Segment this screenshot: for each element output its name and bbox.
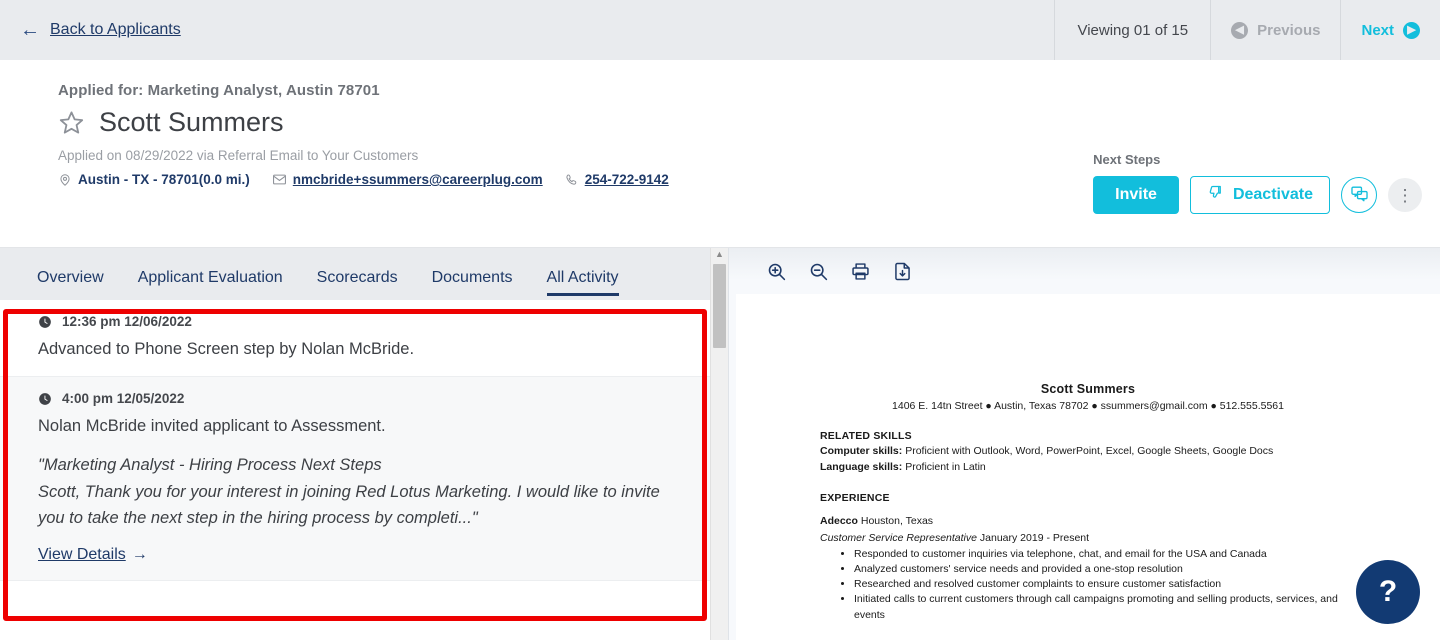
deactivate-button[interactable]: Deactivate xyxy=(1189,176,1330,214)
tab-applicant-evaluation[interactable]: Applicant Evaluation xyxy=(121,269,300,300)
previous-button[interactable]: ◀ Previous xyxy=(1210,0,1340,60)
scroll-up-arrow-icon[interactable]: ▲ xyxy=(711,250,728,259)
activity-scrollbar[interactable]: ▲ xyxy=(710,248,728,640)
more-options-button[interactable]: ⋮ xyxy=(1388,178,1422,212)
resume-bullet: Responded to customer inquiries via tele… xyxy=(854,547,1356,562)
chevron-left-icon: ◀ xyxy=(1231,21,1249,39)
tab-overview[interactable]: Overview xyxy=(20,269,121,300)
resume-employer: Adecco xyxy=(820,515,858,528)
resume-language-skills-label: Language skills: xyxy=(820,461,903,474)
previous-label: Previous xyxy=(1257,21,1321,39)
resume-language-skills-value: Proficient in Latin xyxy=(902,461,986,474)
activity-list: 12:36 pm 12/06/2022 Advanced to Phone Sc… xyxy=(0,300,710,582)
resume-skills-heading: RELATED SKILLS xyxy=(820,430,912,442)
view-details-label: View Details xyxy=(38,546,126,564)
applicant-phone-label: 254-722-9142 xyxy=(584,172,669,187)
document-viewer: Scott Summers 1406 E. 14tn Street ● Aust… xyxy=(728,248,1440,640)
next-steps-section: Next Steps Invite Deactivate ⋮ xyxy=(1093,152,1422,214)
activity-timestamp: 4:00 pm 12/05/2022 xyxy=(62,391,185,407)
invite-button[interactable]: Invite xyxy=(1093,176,1179,214)
tab-bar: Overview Applicant Evaluation Scorecards… xyxy=(0,248,710,300)
activity-quote: "Marketing Analyst - Hiring Process Next… xyxy=(38,452,686,532)
resume-bullet: Analyzed customers' service needs and pr… xyxy=(854,562,1356,577)
activity-panel: Overview Applicant Evaluation Scorecards… xyxy=(0,248,728,640)
activity-quote-line-1: "Marketing Analyst - Hiring Process Next… xyxy=(38,455,382,474)
arrow-right-icon: → xyxy=(131,546,148,564)
chat-bubbles-icon xyxy=(1350,184,1369,206)
resume-computer-skills-value: Proficient with Outlook, Word, PowerPoin… xyxy=(902,445,1274,457)
chevron-right-icon: ▶ xyxy=(1403,21,1420,39)
applicant-header: Applied for: Marketing Analyst, Austin 7… xyxy=(0,60,1440,248)
phone-icon xyxy=(565,173,579,187)
tab-documents[interactable]: Documents xyxy=(415,269,530,300)
next-button[interactable]: Next ▶ xyxy=(1340,0,1440,60)
activity-timestamp: 12:36 pm 12/06/2022 xyxy=(62,314,192,329)
resume-page: Scott Summers 1406 E. 14tn Street ● Aust… xyxy=(736,294,1440,640)
resume-bullet: Researched and resolved customer complai… xyxy=(854,577,1356,592)
map-pin-icon xyxy=(58,173,72,187)
star-icon[interactable] xyxy=(58,109,85,136)
next-label: Next xyxy=(1361,21,1394,39)
activity-item-1: 4:00 pm 12/05/2022 Nolan McBride invited… xyxy=(0,377,710,582)
activity-panel-content: Overview Applicant Evaluation Scorecards… xyxy=(0,248,710,640)
arrow-left-icon: ← xyxy=(20,19,40,41)
envelope-icon xyxy=(272,172,287,187)
applied-for-text: Applied for: Marketing Analyst, Austin 7… xyxy=(58,82,380,99)
resume-language-skills: Language skills: Proficient in Latin xyxy=(820,460,1356,474)
tab-scorecards[interactable]: Scorecards xyxy=(300,269,415,300)
messages-button[interactable] xyxy=(1341,177,1377,213)
thumbs-down-icon xyxy=(1207,184,1224,206)
page-title: Scott Summers xyxy=(99,107,284,137)
activity-quote-line-2: Scott, Thank you for your interest in jo… xyxy=(38,482,660,528)
pagination-controls: Viewing 01 of 15 ◀ Previous Next ▶ xyxy=(1054,0,1440,60)
resume-computer-skills: Computer skills: Proficient with Outlook… xyxy=(820,444,1356,458)
zoom-out-icon[interactable] xyxy=(805,258,831,284)
deactivate-label: Deactivate xyxy=(1232,186,1313,203)
document-toolbar xyxy=(729,248,1440,294)
clock-icon xyxy=(38,392,52,406)
resume-contact: 1406 E. 14tn Street ● Austin, Texas 7870… xyxy=(892,400,1284,412)
applicant-phone[interactable]: 254-722-9142 xyxy=(565,172,669,187)
zoom-in-icon[interactable] xyxy=(763,258,789,284)
scrollbar-thumb[interactable] xyxy=(713,264,726,348)
activity-timestamp-row: 12:36 pm 12/06/2022 xyxy=(38,314,686,329)
view-details-link[interactable]: View Details → xyxy=(38,546,148,564)
viewing-counter: Viewing 01 of 15 xyxy=(1054,0,1210,60)
activity-description: Nolan McBride invited applicant to Asses… xyxy=(38,417,386,436)
resume-employer-location: Houston, Texas xyxy=(857,515,934,528)
help-button[interactable]: ? xyxy=(1356,560,1420,624)
resume-computer-skills-label: Computer skills: xyxy=(820,445,903,457)
top-navigation-bar: ← Back to Applicants Viewing 01 of 15 ◀ … xyxy=(0,0,1440,60)
applicant-email[interactable]: nmcbride+ssummers@careerplug.com xyxy=(272,172,543,187)
next-steps-label: Next Steps xyxy=(1093,152,1161,167)
resume-job-line: Customer Service Representative January … xyxy=(820,531,1356,545)
back-to-applicants-link[interactable]: ← Back to Applicants xyxy=(0,0,181,60)
activity-item-0: 12:36 pm 12/06/2022 Advanced to Phone Sc… xyxy=(0,300,710,378)
activity-description: Advanced to Phone Screen step by Nolan M… xyxy=(38,340,415,358)
action-buttons: Invite Deactivate ⋮ xyxy=(1093,176,1422,214)
download-icon[interactable] xyxy=(889,258,915,284)
resume-job-dates: January 2019 - Present xyxy=(976,531,1090,544)
content-area: Overview Applicant Evaluation Scorecards… xyxy=(0,248,1440,640)
resume-bullet-list: Responded to customer inquiries via tele… xyxy=(854,547,1356,623)
resume-experience-heading: EXPERIENCE xyxy=(820,492,890,505)
resume-name: Scott Summers xyxy=(1040,382,1136,396)
print-icon[interactable] xyxy=(847,258,873,284)
applicant-name-row: Scott Summers xyxy=(58,107,1440,138)
resume-employer-line: Adecco Houston, Texas xyxy=(820,514,1356,528)
resume-bullet: Initiated calls to current customers thr… xyxy=(854,592,1356,622)
applicant-email-label: nmcbride+ssummers@careerplug.com xyxy=(292,172,543,187)
tab-all-activity[interactable]: All Activity xyxy=(530,269,636,300)
resume-job-title: Customer Service Representative xyxy=(820,531,977,544)
back-to-applicants-label: Back to Applicants xyxy=(50,21,181,38)
clock-icon xyxy=(38,315,52,329)
applicant-location: Austin - TX - 78701(0.0 mi.) xyxy=(58,172,250,187)
activity-timestamp-row: 4:00 pm 12/05/2022 xyxy=(38,391,686,406)
applicant-location-label: Austin - TX - 78701(0.0 mi.) xyxy=(78,172,250,187)
